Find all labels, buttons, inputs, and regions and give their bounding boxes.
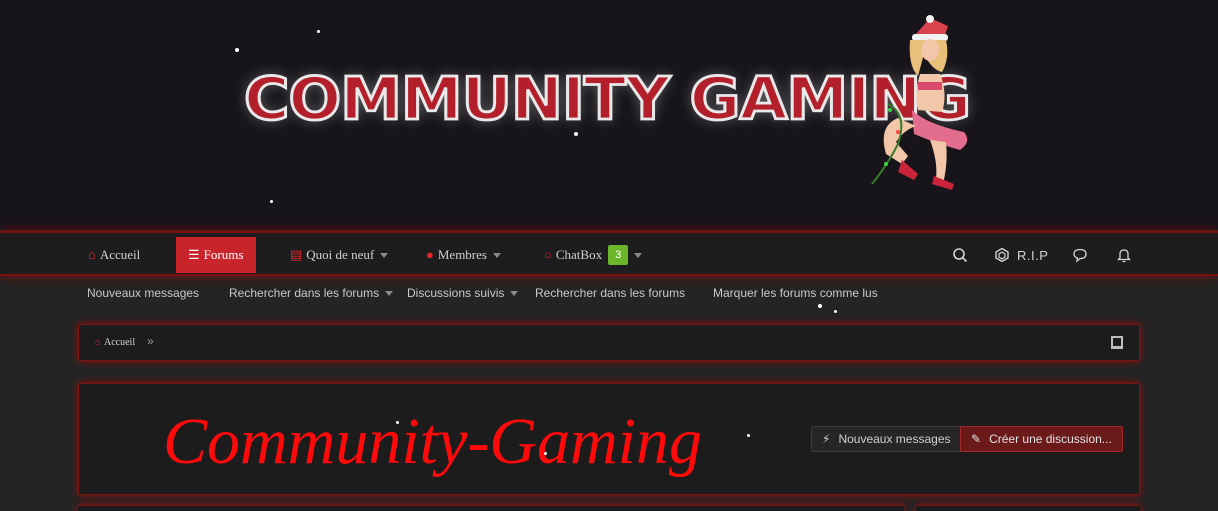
search-button[interactable]	[952, 237, 968, 273]
nav-item-membres[interactable]: ● Membres	[414, 237, 513, 273]
subnav-mark-read[interactable]: Marquer les forums comme lus	[713, 286, 878, 300]
chevron-down-icon[interactable]	[634, 252, 643, 258]
comments-icon: ○	[544, 247, 552, 262]
snowflake	[270, 200, 273, 203]
home-icon: ⌂	[88, 247, 96, 262]
search-icon	[953, 248, 968, 263]
snowflake	[396, 421, 399, 424]
nav-item-label: Forums	[203, 247, 244, 262]
rip-link[interactable]: R.I.P	[994, 237, 1048, 273]
chat-bubble-icon	[1073, 248, 1087, 263]
breadcrumb-home[interactable]: ⌂ Accueil	[95, 337, 135, 348]
alerts-button[interactable]	[1116, 237, 1132, 273]
snowflake	[317, 30, 320, 33]
chevron-down-icon[interactable]	[510, 290, 519, 296]
nav-item-forums[interactable]: ☰ Forums	[176, 237, 256, 273]
site-logo-text[interactable]: COMMUNITY GAMING	[242, 62, 972, 134]
nav-item-chatbox[interactable]: ○ ChatBox 3	[532, 237, 654, 273]
rip-label: R.I.P	[1017, 247, 1049, 263]
nav-item-label: ChatBox	[555, 247, 603, 262]
header-banner: COMMUNITY GAMING	[0, 0, 1218, 230]
conversations-button[interactable]	[1072, 237, 1088, 273]
snowflake	[235, 48, 239, 52]
hexagon-icon	[995, 247, 1009, 263]
new-posts-button[interactable]: ⚡︎ Nouveaux messages	[811, 426, 962, 452]
chevron-down-icon[interactable]	[492, 252, 501, 258]
chatbox-count-badge: 3	[608, 245, 629, 265]
breadcrumb: ⌂ Accueil »	[78, 324, 1140, 361]
page: COMMUNITY GAMING ⌂ Accueil ☰ Forums ▤ Qu…	[0, 0, 1218, 511]
snowflake	[574, 132, 578, 136]
sidebar-panel	[916, 505, 1140, 511]
subnav-new-posts[interactable]: Nouveaux messages	[87, 286, 199, 300]
users-icon: ●	[426, 247, 434, 262]
subnav-label: Marquer les forums comme lus	[713, 286, 878, 300]
subnav-label: Discussions suivis	[407, 286, 505, 300]
main-navigation: ⌂ Accueil ☰ Forums ▤ Quoi de neuf ● Memb…	[0, 231, 1218, 276]
breadcrumb-separator: »	[147, 334, 154, 348]
subnav-search-forums-dropdown[interactable]: Rechercher dans les forums	[229, 286, 394, 300]
nav-item-quoi-de-neuf[interactable]: ▤ Quoi de neuf	[278, 237, 400, 273]
sub-navigation: Nouveaux messages Rechercher dans les fo…	[0, 278, 1218, 310]
bell-icon	[1116, 249, 1132, 263]
chevron-down-icon[interactable]	[385, 290, 394, 296]
subnav-watched-threads[interactable]: Discussions suivis	[407, 286, 519, 300]
subnav-label: Nouveaux messages	[87, 286, 200, 300]
snowflake	[544, 452, 547, 455]
home-icon: ⌂	[95, 337, 102, 348]
nav-item-label: Quoi de neuf	[306, 247, 375, 262]
snowflake	[747, 434, 750, 437]
newspaper-icon: ▤	[290, 247, 303, 262]
list-icon: ☰	[188, 247, 200, 262]
edit-icon: ✎	[971, 432, 982, 446]
nav-item-label: Membres	[437, 247, 487, 262]
chevron-down-icon[interactable]	[380, 252, 389, 258]
page-title: Community-Gaming	[163, 405, 702, 478]
logo-mascot-image	[871, 15, 968, 190]
forum-list-panel	[78, 505, 904, 511]
subnav-label: Rechercher dans les forums	[229, 286, 380, 300]
sidebar-toggle-icon[interactable]	[1111, 336, 1123, 349]
bolt-icon: ⚡︎	[822, 432, 831, 446]
page-header: Community-Gaming ⚡︎ Nouveaux messages ✎ …	[78, 383, 1140, 495]
nav-item-label: Accueil	[99, 247, 141, 262]
subnav-search-forums[interactable]: Rechercher dans les forums	[535, 286, 685, 300]
breadcrumb-home-label: Accueil	[104, 337, 136, 348]
snowflake	[834, 310, 837, 313]
create-thread-button[interactable]: ✎ Créer une discussion...	[960, 426, 1123, 452]
nav-item-accueil[interactable]: ⌂ Accueil	[76, 237, 152, 273]
new-posts-label: Nouveaux messages	[838, 432, 951, 446]
subnav-label: Rechercher dans les forums	[535, 286, 686, 300]
create-thread-label: Créer une discussion...	[989, 432, 1112, 446]
